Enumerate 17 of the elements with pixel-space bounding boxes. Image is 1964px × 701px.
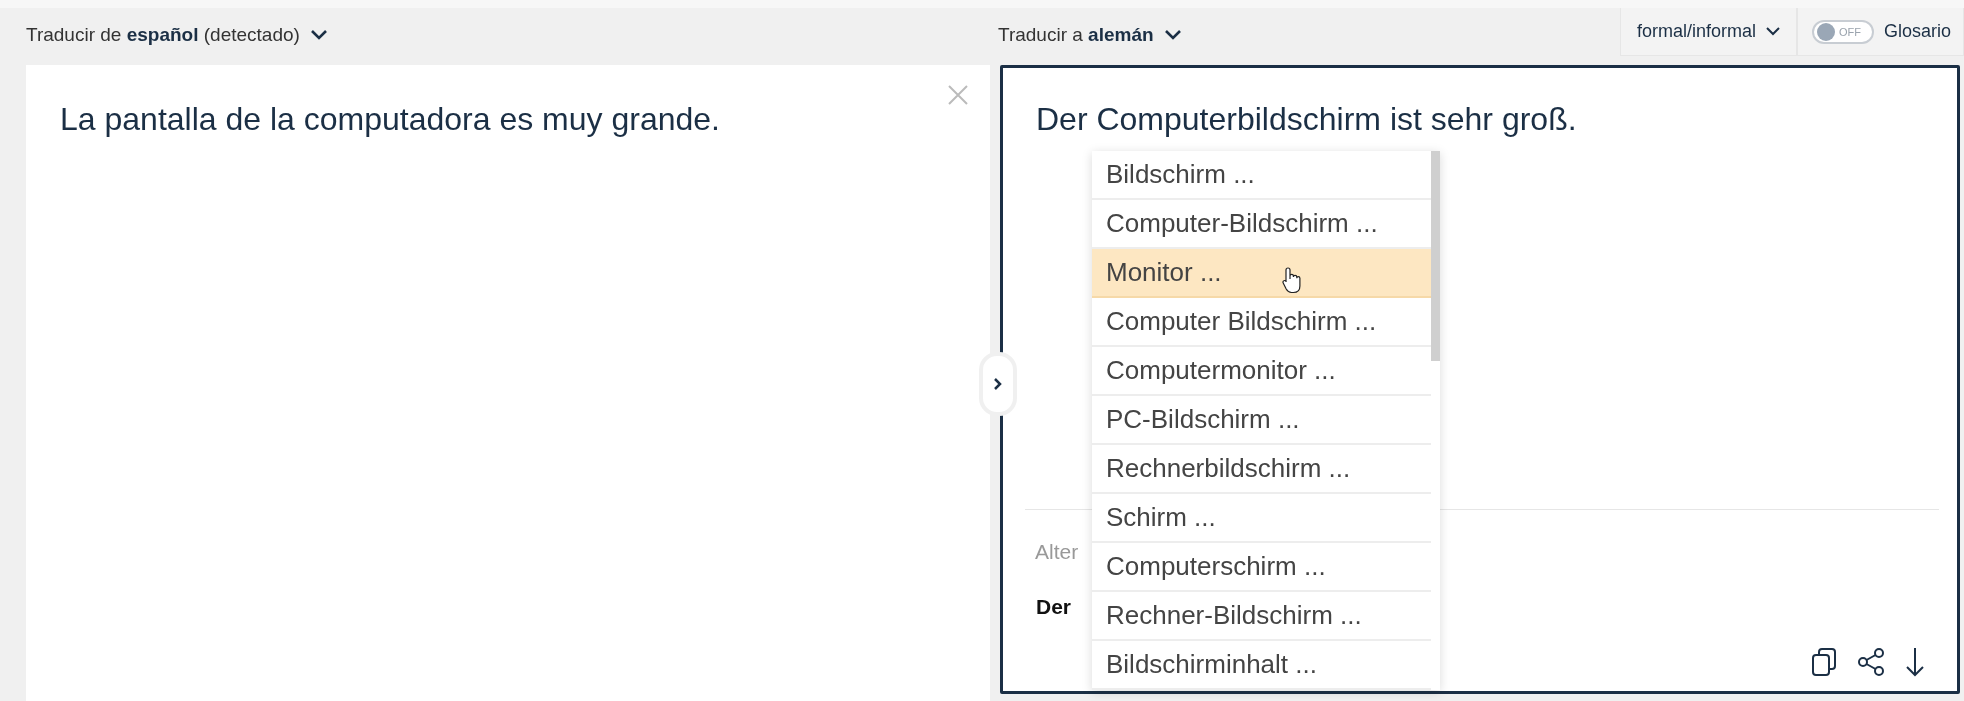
alternative-translation[interactable]: Der: [1036, 595, 1072, 619]
share-icon[interactable]: [1857, 647, 1885, 677]
source-text: La pantalla de la computadora es muy grande.: [60, 100, 720, 139]
download-icon[interactable]: [1905, 647, 1925, 677]
chevron-down-icon: [1163, 29, 1182, 41]
scrollbar-thumb[interactable]: [1431, 151, 1440, 361]
chevron-down-icon: [1765, 27, 1780, 36]
dropdown-option[interactable]: Monitor ...: [1092, 249, 1431, 298]
copy-icon[interactable]: [1811, 647, 1837, 677]
translation-text: Der Computerbildschirm ist sehr groß.: [1036, 100, 1577, 139]
source-language-selector[interactable]: Traducir de español (detectado): [26, 24, 328, 46]
target-language-selector[interactable]: Traducir a alemán: [998, 8, 1620, 62]
hand-cursor-icon: [1282, 266, 1302, 294]
alternatives-label: Alter: [1035, 540, 1079, 564]
glossary-label: Glosario: [1883, 21, 1951, 42]
formality-dropdown[interactable]: formal/informal: [1619, 8, 1797, 56]
chevron-down-icon: [309, 29, 328, 41]
